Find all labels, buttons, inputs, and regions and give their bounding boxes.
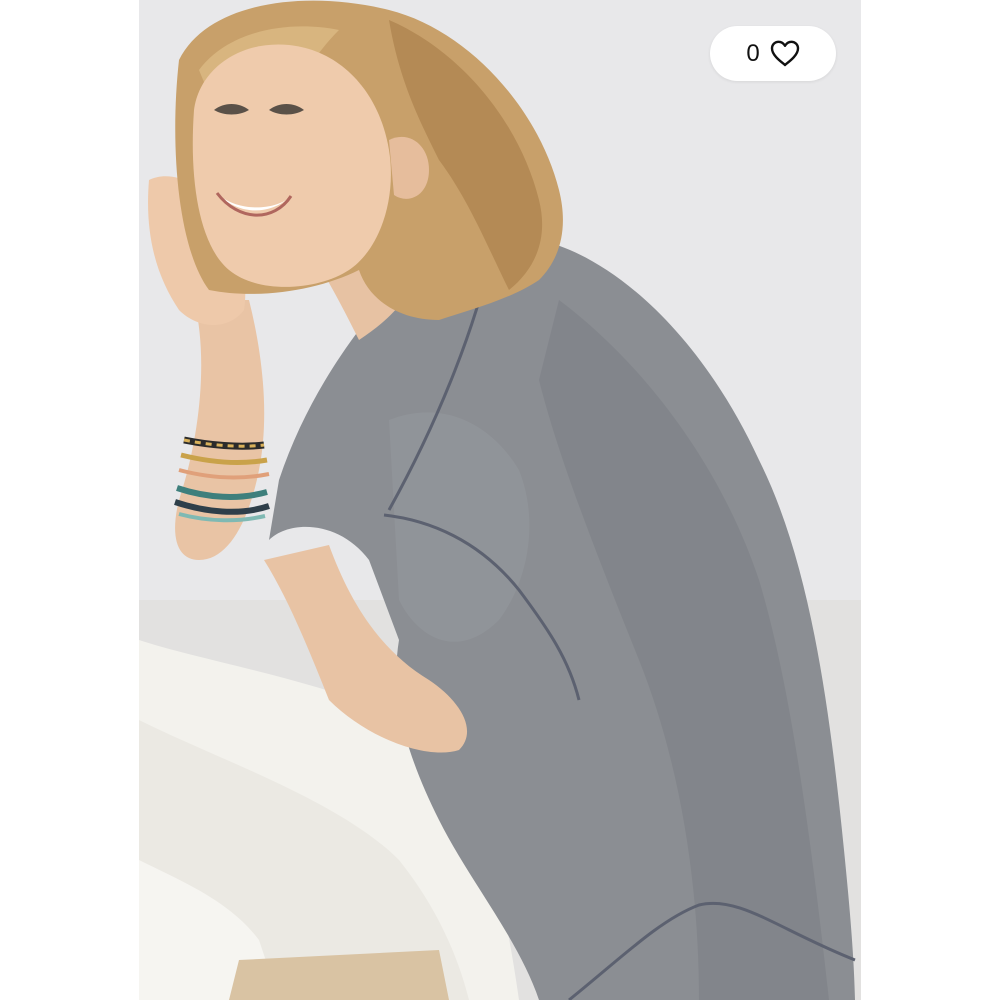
product-image-viewer: 0 [0,0,1000,1000]
heart-outline-icon [770,40,800,67]
favorite-button[interactable]: 0 [710,26,836,81]
product-photo-illustration [139,0,861,1000]
product-photo[interactable] [139,0,861,1000]
favorite-count: 0 [746,39,760,67]
